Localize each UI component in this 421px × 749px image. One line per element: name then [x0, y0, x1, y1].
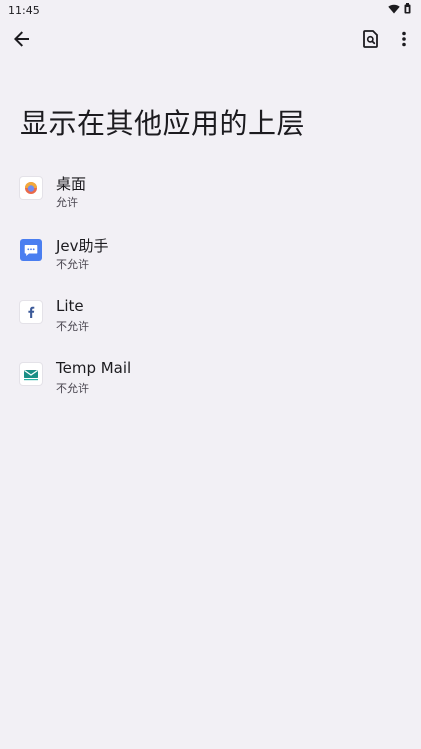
more-options-button[interactable]: [389, 26, 419, 56]
arrow-back-icon: [14, 31, 30, 51]
status-icons: [388, 3, 411, 17]
back-button[interactable]: [7, 26, 37, 56]
toolbar: [0, 22, 421, 60]
more-vert-icon: [402, 31, 406, 51]
battery-icon: [404, 3, 411, 17]
chat-bubble-icon: [20, 239, 42, 261]
app-permission-status: 不允许: [56, 382, 89, 395]
app-name: 桌面: [56, 175, 87, 193]
search-document-icon: [363, 30, 379, 52]
app-permission-status: 不允许: [56, 258, 89, 271]
app-search-button[interactable]: [356, 26, 386, 56]
app-permission-status: 允许: [56, 196, 78, 209]
status-bar: 11:45: [0, 0, 421, 20]
wifi-icon: [388, 4, 400, 17]
page-title: 显示在其他应用的上层: [20, 107, 306, 140]
launcher-icon: [20, 177, 42, 199]
app-list: 桌面 允许 Jev助手 不允许 Lite 不允许 Temp Mail 不允许: [0, 168, 421, 416]
list-item-lite[interactable]: Lite 不允许: [0, 292, 421, 354]
mail-icon: [20, 363, 42, 385]
list-item-launcher[interactable]: 桌面 允许: [0, 168, 421, 230]
app-permission-status: 不允许: [56, 320, 89, 333]
app-name: Temp Mail: [56, 359, 132, 377]
list-item-temp-mail[interactable]: Temp Mail 不允许: [0, 354, 421, 416]
app-name: Jev助手: [56, 237, 109, 255]
list-item-jev-assistant[interactable]: Jev助手 不允许: [0, 230, 421, 292]
facebook-icon: [20, 301, 42, 323]
app-name: Lite: [56, 297, 84, 315]
status-time: 11:45: [8, 3, 40, 17]
